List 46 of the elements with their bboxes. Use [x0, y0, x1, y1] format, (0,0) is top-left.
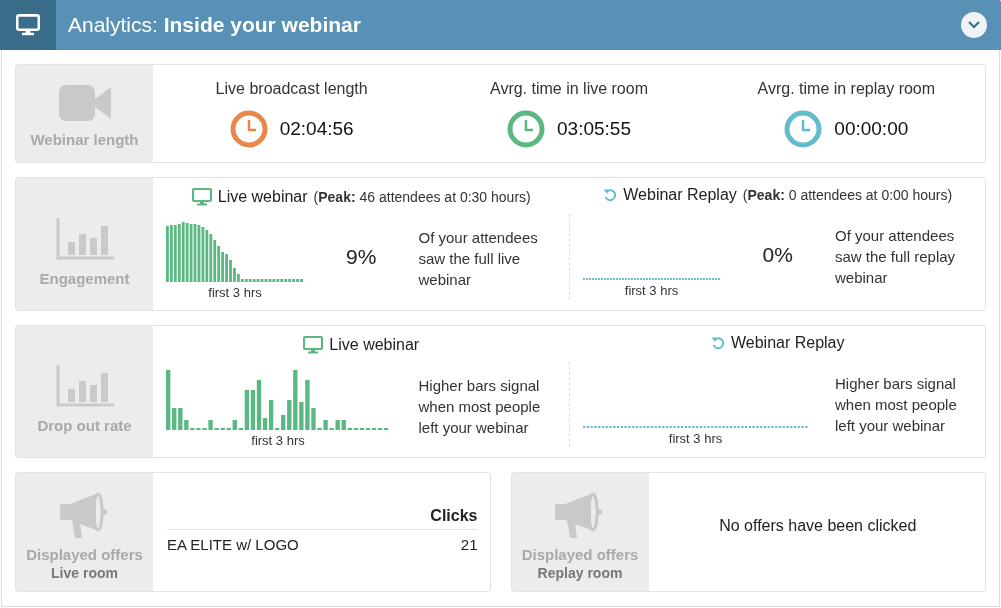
megaphone-icon — [59, 491, 110, 538]
percent-value: 0% — [761, 243, 794, 267]
stat-value: 00:00:00 — [834, 117, 909, 140]
room-label: Replay room — [537, 564, 623, 581]
chevron-down-icon — [968, 21, 980, 29]
offer-name-cell: EA ELITE w/ LOGO — [167, 529, 396, 559]
axis-label: first 3 hrs — [208, 285, 262, 300]
stat-value: 02:04:56 — [279, 117, 354, 140]
panel-heading: Webinar Replay — [623, 186, 737, 204]
panel-heading: Live webinar — [217, 188, 308, 206]
refresh-icon — [603, 188, 618, 202]
stat-value: 03:05:55 — [557, 117, 631, 140]
percent-value: 9% — [345, 245, 378, 269]
panel-title: Analytics: Inside your webinar — [68, 13, 362, 37]
section-label: Displayed offers — [521, 545, 639, 563]
section-label: Drop out rate — [37, 417, 132, 434]
empty-message: No offers have been clicked — [718, 517, 918, 535]
panel-heading: Webinar Replay — [730, 334, 845, 352]
room-label: Live room — [51, 564, 118, 581]
axis-label: first 3 hrs — [624, 283, 679, 298]
bar-chart-icon — [55, 365, 114, 407]
description-text: Of your attendees saw the full replay webinar — [835, 225, 957, 288]
video-camera-icon — [58, 85, 111, 121]
collapse-toggle-button[interactable] — [961, 12, 987, 38]
section-label: Webinar length — [30, 131, 139, 148]
stat-label: Live broadcast length — [215, 79, 368, 98]
panel-heading: Live webinar — [329, 336, 420, 354]
stat-label: Avrg. time in replay room — [757, 79, 936, 98]
axis-label: first 3 hrs — [251, 433, 305, 448]
section-label: Engagement — [39, 269, 130, 287]
stat-label: Avrg. time in live room — [490, 79, 648, 98]
clicks-cell: 21 — [395, 529, 478, 559]
monitor-icon — [303, 336, 324, 354]
monitor-icon — [16, 14, 40, 36]
description-text: Higher bars signal when most people left your webinar — [835, 373, 958, 436]
monitor-icon — [191, 188, 212, 206]
bar-chart-icon — [55, 217, 114, 260]
refresh-icon — [710, 336, 725, 350]
peak-note: (Peak: 46 attendees at 0:30 hours) — [313, 189, 531, 205]
megaphone-icon — [555, 491, 605, 538]
peak-note: (Peak: 0 attendees at 0:00 hours) — [742, 187, 953, 203]
description-text: Of your attendees saw the full live webinar — [418, 227, 539, 290]
axis-label: first 3 hrs — [668, 431, 723, 446]
column-header: Clicks — [395, 507, 478, 530]
section-label: Displayed offers — [26, 545, 143, 563]
description-text: Higher bars signal when most people left your webinar — [418, 375, 542, 438]
